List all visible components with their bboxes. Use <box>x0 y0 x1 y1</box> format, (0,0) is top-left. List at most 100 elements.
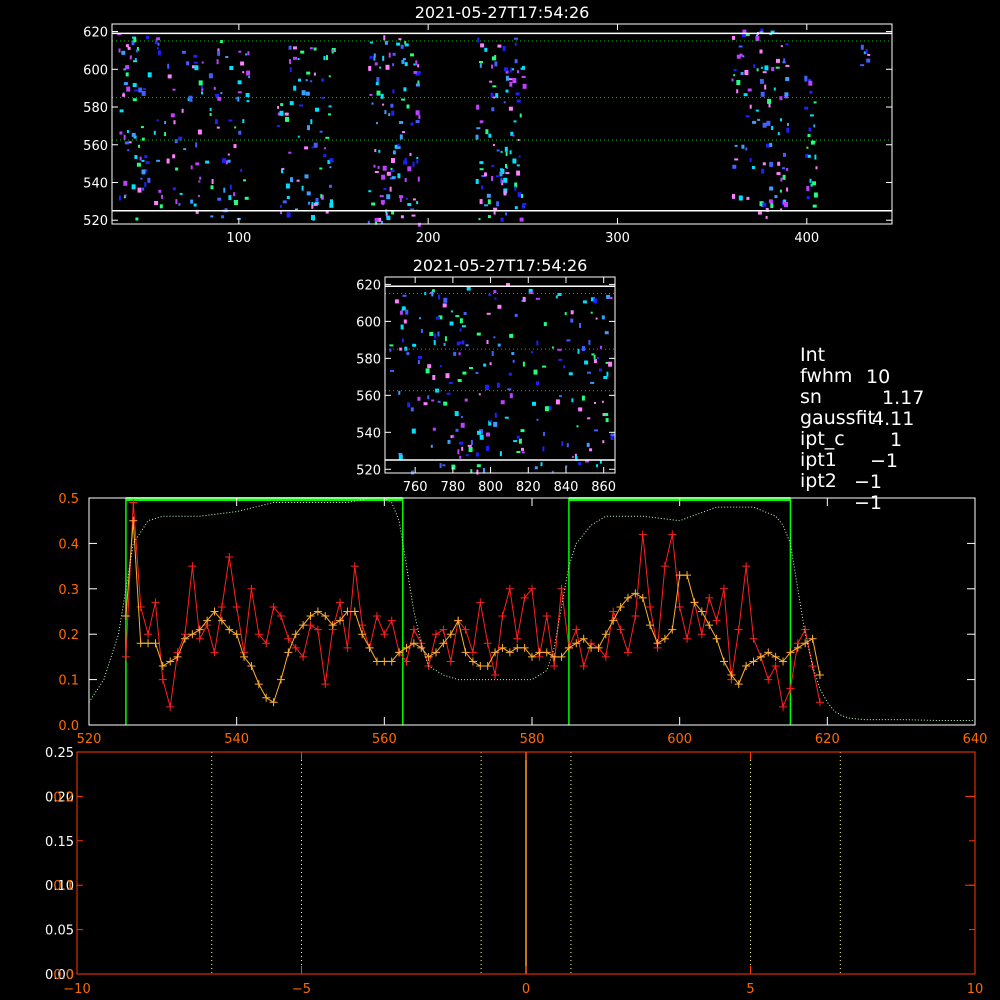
intensity-pixel <box>768 199 773 204</box>
intensity-pixel <box>388 52 391 58</box>
intensity-pixel <box>779 189 782 193</box>
data-point <box>409 625 418 634</box>
intensity-pixel <box>812 181 816 186</box>
intensity-pixel <box>522 296 526 302</box>
intensity-pixel <box>398 454 403 460</box>
x-tick-label: 640 <box>963 732 988 747</box>
intensity-pixel <box>401 338 404 343</box>
intensity-pixel <box>297 58 300 60</box>
intensity-pixel <box>475 372 479 374</box>
intensity-pixel <box>325 136 330 139</box>
y-tick-label-secondary: 0.1 <box>53 879 74 894</box>
intensity-pixel <box>457 379 462 382</box>
plot-frame <box>88 497 976 726</box>
intensity-pixel <box>123 82 128 86</box>
data-point <box>712 634 721 643</box>
intensity-pixel <box>403 319 407 324</box>
intensity-pixel <box>242 71 245 74</box>
intensity-pixel <box>480 120 484 123</box>
intensity-pixel <box>536 340 539 346</box>
intensity-pixel <box>512 78 517 83</box>
data-point <box>498 643 507 652</box>
intensity-pixel <box>137 187 142 193</box>
intensity-pixel <box>563 365 566 369</box>
intensity-pixel <box>809 178 812 183</box>
intensity-pixel <box>311 204 314 209</box>
y-tick-label: 0.25 <box>45 746 74 761</box>
intensity-pixel <box>494 297 497 300</box>
intensity-pixel <box>767 98 772 104</box>
intensity-pixel <box>504 416 509 419</box>
intensity-pixel <box>785 43 789 46</box>
intensity-pixel <box>197 129 202 135</box>
intensity-pixel <box>513 440 518 443</box>
y-tick-label: 580 <box>83 101 108 116</box>
intensity-pixel <box>125 44 129 48</box>
intensity-pixel <box>732 164 737 169</box>
intensity-pixel <box>217 197 222 201</box>
intensity-pixel <box>284 112 289 116</box>
intensity-pixel <box>782 167 785 170</box>
data-point <box>129 516 138 525</box>
intensity-pixel <box>219 40 223 43</box>
intensity-pixel <box>124 194 127 197</box>
intensity-pixel <box>459 455 462 459</box>
intensity-pixel <box>430 444 433 448</box>
intensity-pixel <box>190 199 194 204</box>
intensity-pixel <box>233 144 237 149</box>
data-point <box>210 648 219 657</box>
intensity-pixel <box>374 149 377 152</box>
intensity-pixel <box>459 441 464 445</box>
intensity-pixel <box>785 64 790 67</box>
intensity-pixel <box>514 37 518 40</box>
intensity-pixel <box>444 336 447 342</box>
intensity-pixel <box>175 199 178 205</box>
intensity-pixel <box>418 355 422 359</box>
intensity-pixel <box>516 99 521 103</box>
x-tick-label: 540 <box>224 732 249 747</box>
intensity-pixel <box>442 303 447 308</box>
intensity-pixel <box>396 42 401 46</box>
data-point <box>121 652 130 661</box>
intensity-pixel <box>161 194 163 199</box>
intensity-pixel <box>246 100 250 103</box>
y-tick-label: 560 <box>83 139 108 154</box>
intensity-pixel <box>570 318 574 323</box>
intensity-pixel <box>486 445 490 451</box>
intensity-pixel <box>367 220 370 224</box>
intensity-pixel <box>866 58 871 63</box>
intensity-pixel <box>470 440 473 445</box>
x-tick-label: 780 <box>440 480 465 495</box>
y-tick-label-secondary: 0.2 <box>53 790 74 805</box>
info-value: 1 <box>890 429 903 451</box>
intensity-pixel <box>534 466 538 470</box>
intensity-pixel <box>209 113 212 116</box>
intensity-pixel <box>329 166 332 169</box>
intensity-pixel <box>467 444 472 447</box>
intensity-pixel <box>774 195 778 199</box>
intensity-pixel <box>404 178 407 182</box>
intensity-pixel <box>390 103 394 108</box>
intensity-pixel <box>313 142 318 148</box>
intensity-pixel <box>128 141 132 144</box>
data-point <box>321 680 330 689</box>
intensity-pixel <box>759 49 763 54</box>
intensity-pixel <box>581 395 585 401</box>
intensity-pixel <box>404 62 408 67</box>
intensity-pixel <box>746 196 750 200</box>
intensity-pixel <box>499 171 503 177</box>
intensity-pixel <box>195 162 200 166</box>
y-tick-label: 0.1 <box>58 674 79 689</box>
info-value: −1 <box>870 450 899 472</box>
intensity-pixel <box>172 88 176 91</box>
intensity-pixel <box>144 155 148 159</box>
intensity-pixel <box>402 294 407 297</box>
intensity-pixel <box>780 118 782 122</box>
intensity-pixel <box>433 340 436 345</box>
intensity-pixel <box>432 375 436 380</box>
intensity-pixel <box>505 75 509 81</box>
intensity-pixel <box>542 446 545 452</box>
intensity-pixel <box>860 44 864 50</box>
intensity-pixel <box>380 220 383 224</box>
intensity-pixel <box>390 369 394 372</box>
